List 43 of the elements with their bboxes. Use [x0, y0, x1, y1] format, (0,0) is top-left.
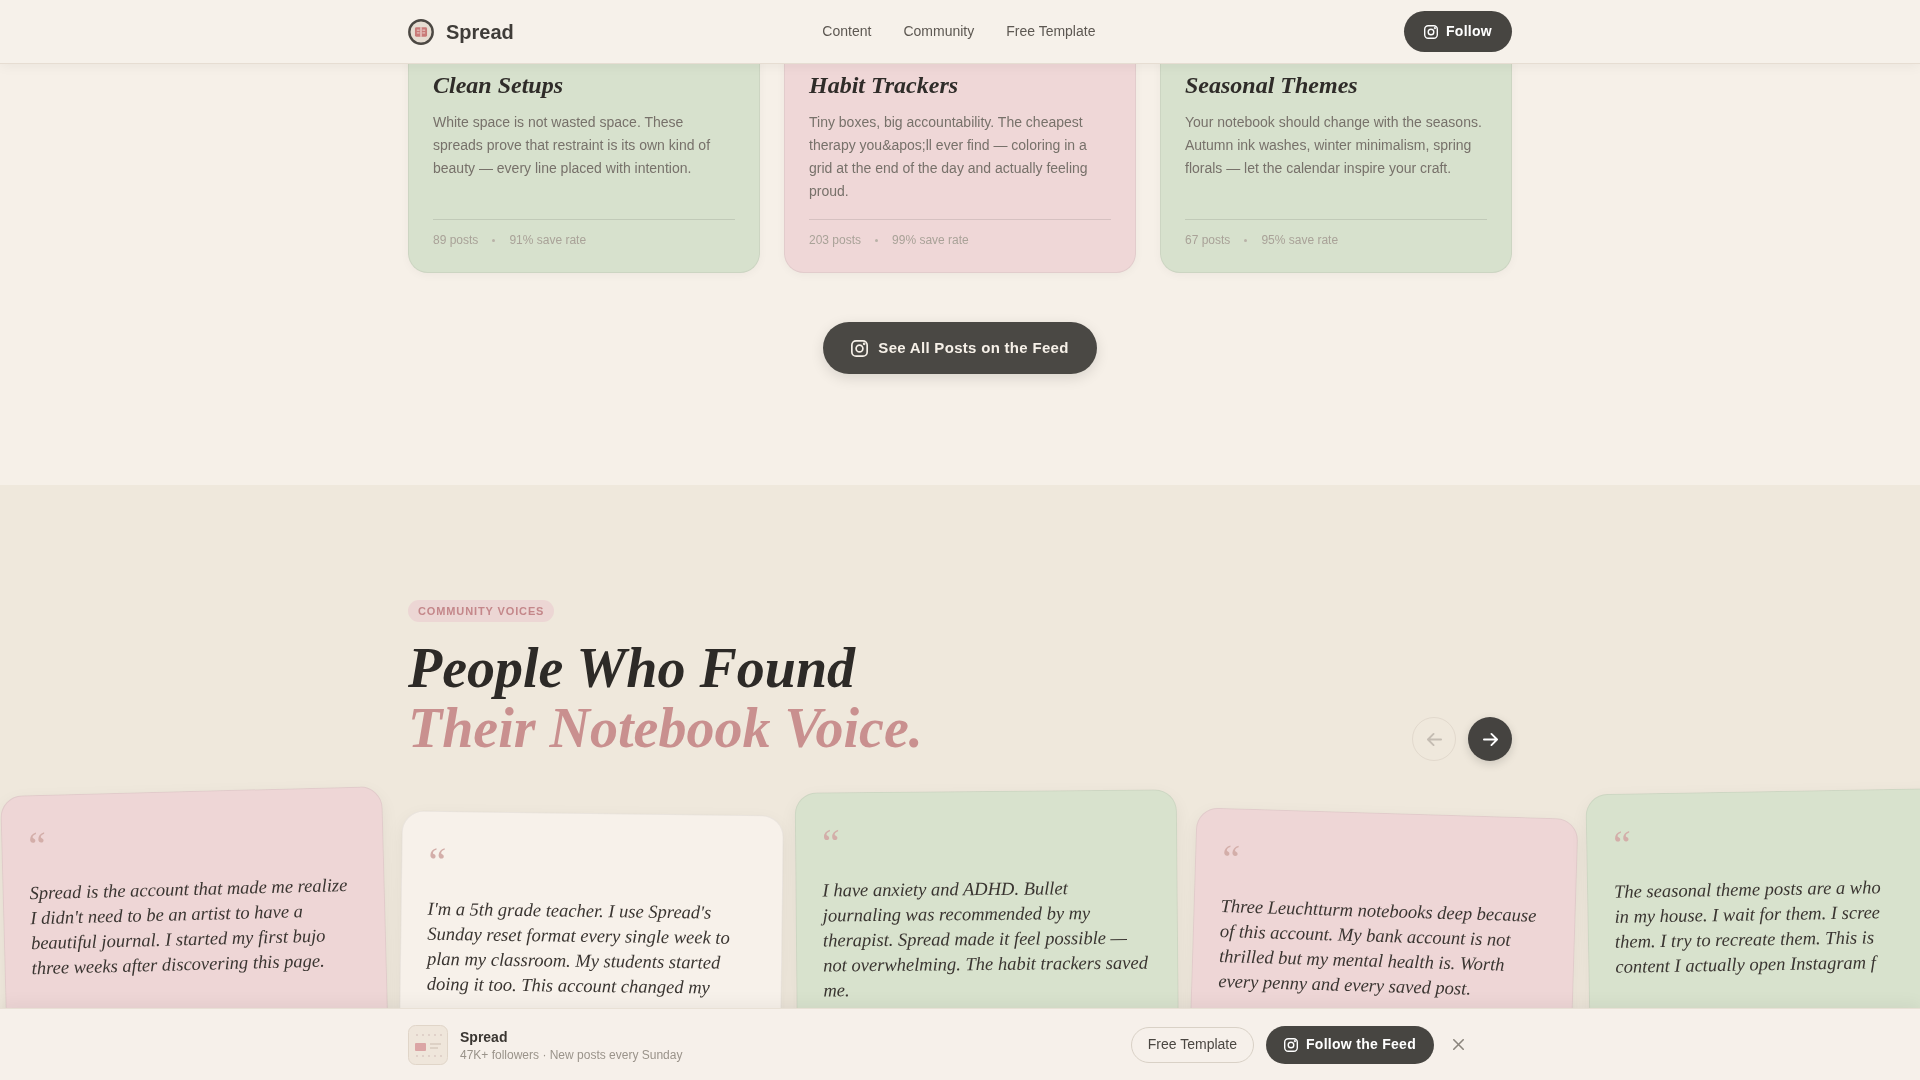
- quote-mark: “: [428, 841, 447, 883]
- post-count: 203 posts: [809, 232, 862, 248]
- quote-mark: “: [821, 823, 841, 864]
- card-description: Tiny boxes, big accountability. The cheapest therapy you&apos;ll ever find — coloring in a grid at the end of the day and actually feeling proud.: [809, 113, 1089, 201]
- follow-button[interactable]: Follow: [1404, 11, 1512, 52]
- testimonial-text: I'm a 5th grade teacher. I use Spread's Sunday reset format every single week to plan my classroom. My students started doing it too. This account changed my: [426, 897, 731, 1000]
- heading-line: Their Notebook Voice.: [408, 698, 923, 758]
- testimonial-text: Spread is the account that made me realize I didn't need to be an artist to have a beautiful journal. I started my first bujo three weeks after discovering this page.: [29, 874, 349, 981]
- quote-mark: “: [27, 825, 47, 867]
- save-rate: 95% save rate: [1261, 232, 1339, 248]
- save-rate: 91% save rate: [509, 232, 587, 248]
- testimonial-text: The seasonal theme posts are a who in my house. I wait for them. I scree them. I try to recreate them. This is content I actually open Instagram f: [1613, 876, 1882, 979]
- close-icon: [1452, 1039, 1464, 1050]
- quote-mark: “: [1221, 839, 1241, 880]
- card-title: Clean Setups: [433, 71, 565, 100]
- notebook-thumbnail-icon: [408, 1024, 448, 1065]
- card-title: Habit Trackers: [809, 71, 960, 100]
- card-description: White space is not wasted space. These spreads prove that restraint is its own kind of beauty — every line placed with intention.: [433, 113, 712, 178]
- next-button[interactable]: [1468, 717, 1512, 761]
- quote-mark: “: [1612, 824, 1632, 865]
- section-badge: COMMUNITY VOICES: [408, 600, 555, 622]
- heading-line: People Who Found: [408, 638, 856, 698]
- follow-feed-button[interactable]: Follow the Feed: [1266, 1025, 1434, 1064]
- brand-name: Spread: [446, 19, 514, 45]
- instagram-icon: [851, 339, 869, 357]
- see-all-posts-button[interactable]: See All Posts on the Feed: [823, 322, 1097, 374]
- save-rate: 99% save rate: [892, 232, 969, 248]
- instagram-icon: [1424, 24, 1438, 39]
- post-count: 67 posts: [1185, 232, 1231, 248]
- nav-link[interactable]: Free Template: [1006, 21, 1096, 42]
- post-count: 89 posts: [433, 232, 479, 248]
- instagram-icon: [1284, 1037, 1298, 1052]
- nav-link[interactable]: Content: [822, 21, 872, 42]
- account-name: Spread: [460, 1027, 509, 1047]
- card-description: Your notebook should change with the seasons. Autumn ink washes, winter minimalism, spring florals — let the calendar inspire your craft.: [1185, 113, 1483, 178]
- arrow-left-icon: [1426, 731, 1442, 747]
- testimonial-text: Three Leuchtturm notebooks deep because of this account. My bank account is not thrilled but my mental health is. Worth every penny and every saved post.: [1218, 895, 1537, 1001]
- card-title: Seasonal Themes: [1185, 71, 1359, 100]
- logo-icon: [408, 18, 434, 45]
- testimonial-text: I have anxiety and ADHD. Bullet journaling was recommended by my therapist. Spread made it feel possible — not overwhelming. The habit trackers saved me.: [822, 877, 1149, 1003]
- arrow-right-icon: [1482, 731, 1498, 747]
- nav-link[interactable]: Community: [903, 21, 975, 42]
- account-summary: 47K+ followers · New posts every Sunday: [460, 1046, 683, 1063]
